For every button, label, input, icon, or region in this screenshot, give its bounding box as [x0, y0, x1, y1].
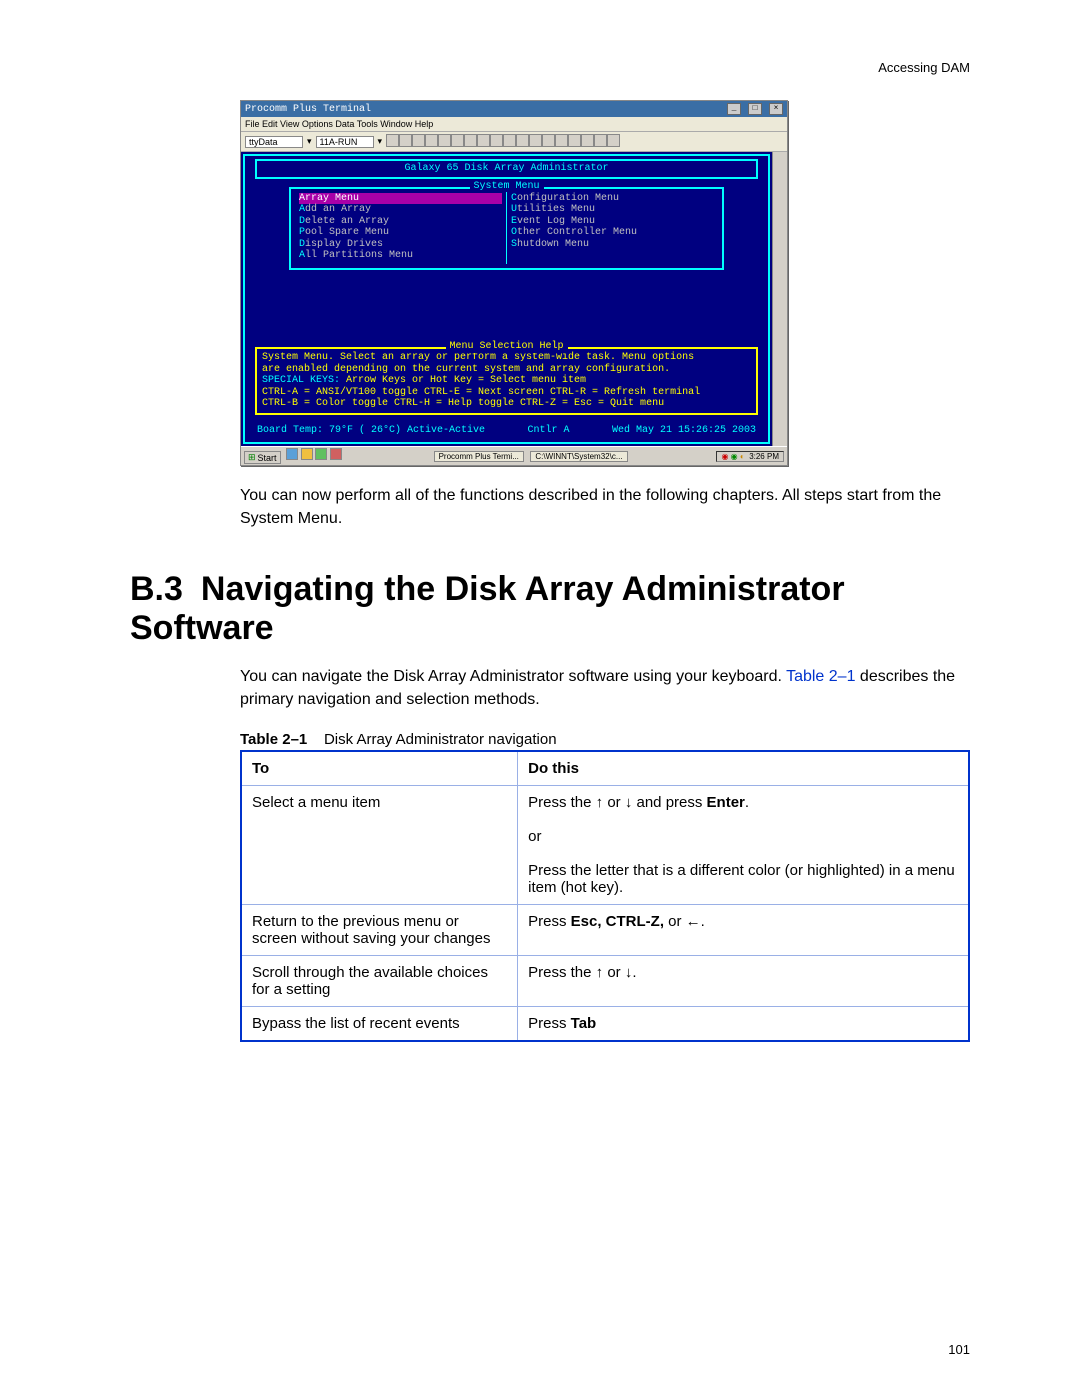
table-cell: Press the ↑ or ↓ and press Enter.orPress…: [518, 785, 969, 904]
help-box: Menu Selection Help System Menu. Select …: [255, 347, 758, 415]
menu-item: Shutdown Menu: [511, 239, 714, 251]
combo-2: 11A-RUN: [316, 136, 374, 148]
combo-1: ttyData: [245, 136, 303, 148]
table-cell: Select a menu item: [241, 785, 518, 904]
status-mid: Cntlr A: [528, 425, 570, 437]
maximize-icon: □: [748, 103, 762, 115]
toolbar-icons: [386, 134, 620, 149]
table-cell: Bypass the list of recent events: [241, 1006, 518, 1041]
menu-item: Array Menu: [299, 193, 502, 205]
navigation-table: To Do this Select a menu itemPress the ↑…: [240, 750, 970, 1042]
help-line: are enabled depending on the current sys…: [262, 364, 751, 376]
table-row: Select a menu itemPress the ↑ or ↓ and p…: [241, 785, 969, 904]
status-right: Wed May 21 15:26:25 2003: [612, 425, 756, 437]
terminal-screenshot: Procomm Plus Terminal _ □ × File Edit Vi…: [240, 100, 788, 466]
help-line: CTRL-B = Color toggle CTRL-H = Help togg…: [262, 398, 751, 410]
table-header-to: To: [241, 751, 518, 786]
window-menubar: File Edit View Options Data Tools Window…: [241, 117, 787, 132]
help-box-title: Menu Selection Help: [445, 341, 567, 353]
menu-item: Display Drives: [299, 239, 502, 251]
system-tray: ◉ ◉ ◐ 3:26 PM: [716, 451, 784, 462]
start-button: ⊞ Start: [244, 451, 281, 464]
system-menu-right-col: Configuration MenuUtilities MenuEvent Lo…: [506, 191, 718, 264]
intro-paragraph: You can now perform all of the functions…: [240, 484, 970, 530]
help-line: System Menu. Select an array or perform …: [262, 352, 751, 364]
window-taskbar: ⊞ Start Procomm Plus Termi... C:\WINNT\S…: [241, 446, 787, 465]
status-line: Board Temp: 79°F ( 26°C) Active-Active C…: [249, 423, 764, 437]
window-toolbar: ttyData ▾ 11A-RUN ▾: [241, 132, 787, 152]
status-left: Board Temp: 79°F ( 26°C) Active-Active: [257, 425, 485, 437]
section-title: Navigating the Disk Array Administrator …: [130, 570, 845, 647]
menu-item: Other Controller Menu: [511, 227, 714, 239]
table-reference-link[interactable]: Table 2–1: [786, 668, 855, 685]
table-row: Return to the previous menu or screen wi…: [241, 904, 969, 955]
quicklaunch-icons: [286, 452, 342, 462]
taskbar-task-1: Procomm Plus Termi...: [434, 451, 524, 462]
window-title: Procomm Plus Terminal: [245, 104, 371, 115]
table-cell: Press the ↑ or ↓.: [518, 955, 969, 1006]
help-line: SPECIAL KEYS: Arrow Keys or Hot Key = Se…: [262, 375, 751, 387]
tray-icons-2: ◉: [731, 452, 738, 461]
section-number: B.3: [130, 570, 183, 609]
page-number: 101: [948, 1342, 970, 1357]
table-cell: Press Esc, CTRL-Z, or ←.: [518, 904, 969, 955]
menu-item: Configuration Menu: [511, 193, 714, 205]
window-titlebar: Procomm Plus Terminal _ □ ×: [241, 101, 787, 117]
menu-item: Utilities Menu: [511, 204, 714, 216]
table-row: Bypass the list of recent eventsPress Ta…: [241, 1006, 969, 1041]
system-menu-box: System Menu Array MenuAdd an ArrayDelete…: [289, 187, 724, 270]
close-icon: ×: [769, 103, 783, 115]
windows-icon: ⊞: [248, 452, 256, 463]
table-row: Scroll through the available choices for…: [241, 955, 969, 1006]
table-caption: Table 2–1 Disk Array Administrator navig…: [240, 731, 970, 748]
table-cell: Scroll through the available choices for…: [241, 955, 518, 1006]
menu-item: Add an Array: [299, 204, 502, 216]
system-menu-left-col: Array MenuAdd an ArrayDelete an ArrayPoo…: [295, 191, 506, 264]
terminal-screen: Galaxy 65 Disk Array Administrator Syste…: [241, 152, 772, 446]
help-line: CTRL-A = ANSI/VT100 toggle CTRL-E = Next…: [262, 387, 751, 399]
menu-item: All Partitions Menu: [299, 250, 502, 262]
menu-item: Event Log Menu: [511, 216, 714, 228]
section-heading: B.3Navigating the Disk Array Administrat…: [130, 570, 970, 648]
tray-icons: ◉: [721, 452, 728, 461]
running-header: Accessing DAM: [878, 60, 970, 75]
system-menu-title: System Menu: [469, 181, 543, 193]
minimize-icon: _: [727, 103, 741, 115]
menu-item: Delete an Array: [299, 216, 502, 228]
table-cell: Press Tab: [518, 1006, 969, 1041]
table-header-row: To Do this: [241, 751, 969, 786]
window-control-buttons: _ □ ×: [726, 103, 783, 115]
menu-item: Pool Spare Menu: [299, 227, 502, 239]
table-header-do-this: Do this: [518, 751, 969, 786]
scrollbar: [772, 152, 787, 446]
taskbar-task-2: C:\WINNT\System32\c...: [530, 451, 627, 462]
table-cell: Return to the previous menu or screen wi…: [241, 904, 518, 955]
tray-icons-3: ◐: [740, 452, 745, 461]
terminal-header: Galaxy 65 Disk Array Administrator: [255, 159, 758, 179]
document-page: Accessing DAM Procomm Plus Terminal _ □ …: [0, 0, 1080, 1397]
section-paragraph: You can navigate the Disk Array Administ…: [240, 665, 970, 711]
